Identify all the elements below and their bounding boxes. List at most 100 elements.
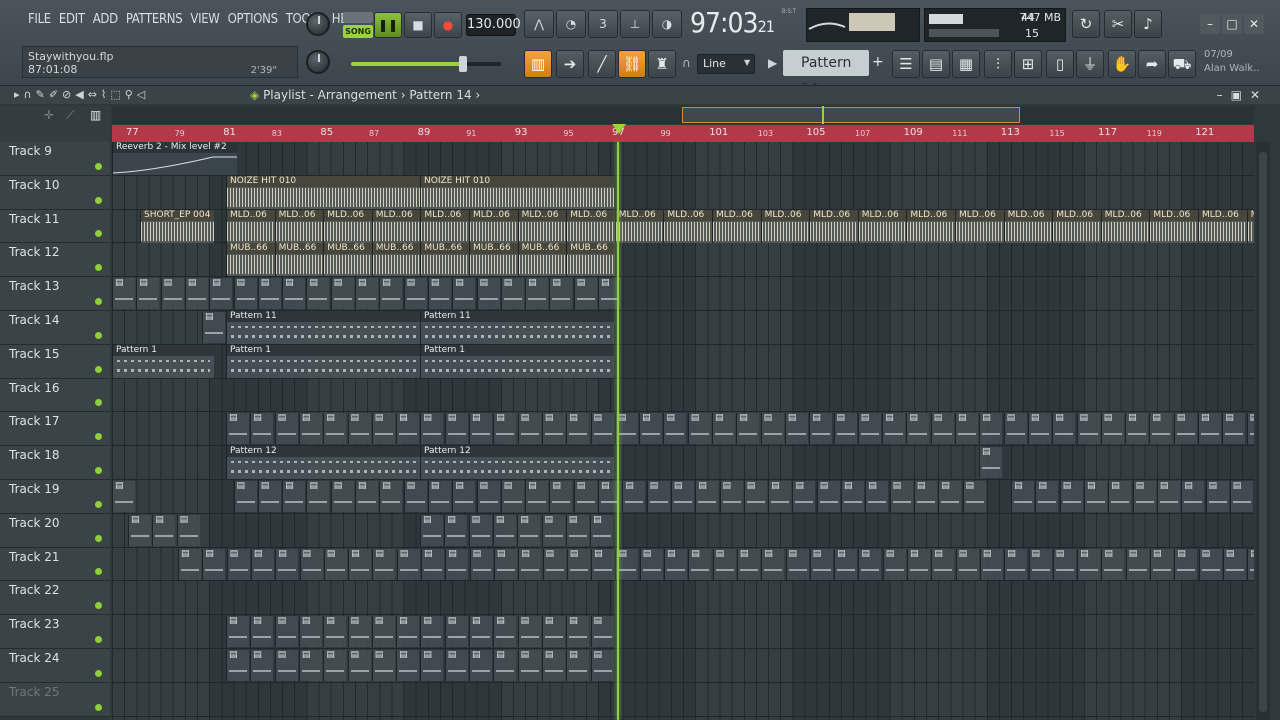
pattern-block[interactable] xyxy=(136,278,160,310)
magnet-icon[interactable]: ∩ xyxy=(682,56,691,70)
pattern-block[interactable] xyxy=(882,413,906,445)
pattern-selector[interactable]: Pattern 14 xyxy=(783,50,869,97)
pattern-block[interactable] xyxy=(306,278,330,310)
pattern-block[interactable] xyxy=(590,413,614,445)
pattern-block[interactable] xyxy=(541,413,565,445)
pattern-block[interactable] xyxy=(541,616,565,648)
pattern-block[interactable] xyxy=(1028,548,1052,580)
pattern-clip[interactable]: Pattern 11 xyxy=(420,311,614,344)
magnet-icon-small[interactable]: ∩ xyxy=(24,88,36,101)
pattern-block[interactable] xyxy=(403,481,427,512)
pattern-block[interactable] xyxy=(452,481,476,512)
pattern-block[interactable] xyxy=(979,413,1003,445)
pattern-block[interactable] xyxy=(590,616,614,648)
piano-roll-button[interactable]: ▥ xyxy=(524,50,552,78)
stamp-button[interactable]: ♜ xyxy=(648,50,676,78)
track-header[interactable]: Track 19 xyxy=(0,479,110,514)
record-button[interactable]: ● xyxy=(434,12,462,38)
pattern-block[interactable] xyxy=(371,616,395,648)
pattern-block[interactable] xyxy=(768,481,792,512)
menu-options[interactable]: OPTIONS xyxy=(226,12,280,27)
playlist-overview[interactable] xyxy=(112,106,1254,124)
cut-tool-button[interactable]: ✂ xyxy=(1104,10,1132,38)
pattern-block[interactable] xyxy=(566,413,590,445)
pattern-block[interactable] xyxy=(355,481,378,512)
pattern-block[interactable] xyxy=(323,548,347,580)
pattern-block[interactable] xyxy=(784,413,808,445)
pattern-block[interactable] xyxy=(590,650,614,681)
pattern-block[interactable] xyxy=(274,650,298,681)
pattern-block[interactable] xyxy=(468,514,492,546)
pattern-block[interactable] xyxy=(493,413,517,445)
pattern-block[interactable] xyxy=(913,481,937,512)
slice-tool-icon[interactable]: ⌇ xyxy=(101,88,110,101)
pattern-block[interactable] xyxy=(1132,481,1156,512)
pattern-block[interactable] xyxy=(809,548,833,580)
audio-clip[interactable]: MLD..06 xyxy=(1052,209,1101,243)
pattern-block[interactable] xyxy=(639,548,663,580)
pattern-block[interactable] xyxy=(955,413,978,445)
step-edit-button[interactable]: ⊥ xyxy=(620,10,650,38)
audio-clip[interactable]: MLD..06 xyxy=(566,209,615,243)
pattern-block[interactable] xyxy=(591,548,615,580)
pattern-block[interactable] xyxy=(112,278,135,310)
pattern-block[interactable] xyxy=(396,548,420,580)
pattern-block[interactable] xyxy=(930,413,954,445)
plugin-button[interactable]: ⏚ xyxy=(1076,50,1104,78)
select-tool-icon[interactable]: ⬚ xyxy=(110,88,124,101)
pattern-block[interactable] xyxy=(112,481,135,512)
pattern-block[interactable] xyxy=(712,548,736,580)
menu-edit[interactable]: EDIT xyxy=(57,12,87,27)
audio-clip[interactable]: MUB..66 xyxy=(517,243,567,277)
slip-tool-icon[interactable]: ⇔ xyxy=(88,88,101,101)
audio-clip[interactable]: MLD..06 xyxy=(469,209,518,243)
track-mute-led-icon[interactable] xyxy=(95,669,102,677)
pattern-block[interactable] xyxy=(743,481,767,512)
pattern-block[interactable] xyxy=(1052,413,1076,445)
close-icon[interactable]: ✕ xyxy=(1244,14,1264,34)
play-button[interactable]: ❚❚ xyxy=(374,12,402,38)
track-header[interactable]: Track 12 xyxy=(0,243,110,278)
audio-clip[interactable]: MLD..06 xyxy=(857,209,907,243)
track-mute-led-icon[interactable] xyxy=(95,534,102,542)
stop-button[interactable]: ■ xyxy=(404,12,432,38)
pattern-block[interactable] xyxy=(525,278,549,310)
pattern-block[interactable] xyxy=(517,616,541,648)
pattern-block[interactable] xyxy=(542,548,566,580)
pattern-block[interactable] xyxy=(476,278,500,310)
track-mute-led-icon[interactable] xyxy=(95,602,102,610)
wait-input-button[interactable]: ◔ xyxy=(556,10,586,38)
restore-icon[interactable]: ▣ xyxy=(1231,88,1250,102)
audio-clip[interactable]: MLD..06 xyxy=(809,209,858,243)
pattern-block[interactable] xyxy=(330,481,354,512)
pattern-block[interactable] xyxy=(865,481,889,512)
channel-rack-button[interactable]: ▤ xyxy=(922,50,950,78)
vertical-scrollbar[interactable] xyxy=(1256,142,1270,720)
pattern-block[interactable] xyxy=(396,650,420,681)
pattern-block[interactable] xyxy=(298,616,322,648)
audio-clip[interactable]: NOIZE HIT 010 xyxy=(226,175,420,209)
audio-clip[interactable]: MUB..66 xyxy=(566,243,615,277)
pattern-block[interactable] xyxy=(282,278,306,310)
pattern-block[interactable] xyxy=(962,481,986,512)
delete-tool-icon[interactable]: ⊘ xyxy=(62,88,75,101)
project-button[interactable]: ▯ xyxy=(1046,50,1074,78)
pattern-block[interactable] xyxy=(882,548,906,580)
audio-clip[interactable]: MLD..06 xyxy=(712,209,761,243)
maximize-icon[interactable]: □ xyxy=(1222,14,1242,34)
pattern-block[interactable] xyxy=(1100,413,1124,445)
pattern-block[interactable] xyxy=(541,514,565,546)
blend-notes-button[interactable]: ◑ xyxy=(652,10,682,38)
pattern-block[interactable] xyxy=(857,413,881,445)
pattern-block[interactable] xyxy=(979,447,1002,479)
pattern-block[interactable] xyxy=(1035,481,1059,512)
pattern-block[interactable] xyxy=(622,481,646,512)
audio-clip[interactable]: MUB..66 xyxy=(420,243,469,277)
breadcrumb-title[interactable]: Playlist - Arrangement xyxy=(263,88,397,102)
pattern-block[interactable] xyxy=(639,413,663,445)
pattern-block[interactable] xyxy=(128,514,151,546)
pattern-block[interactable] xyxy=(858,548,882,580)
pattern-clip[interactable]: Pattern 1 xyxy=(112,344,214,378)
audio-clip[interactable]: MLD..06 xyxy=(1003,209,1053,243)
pattern-block[interactable] xyxy=(736,413,760,445)
